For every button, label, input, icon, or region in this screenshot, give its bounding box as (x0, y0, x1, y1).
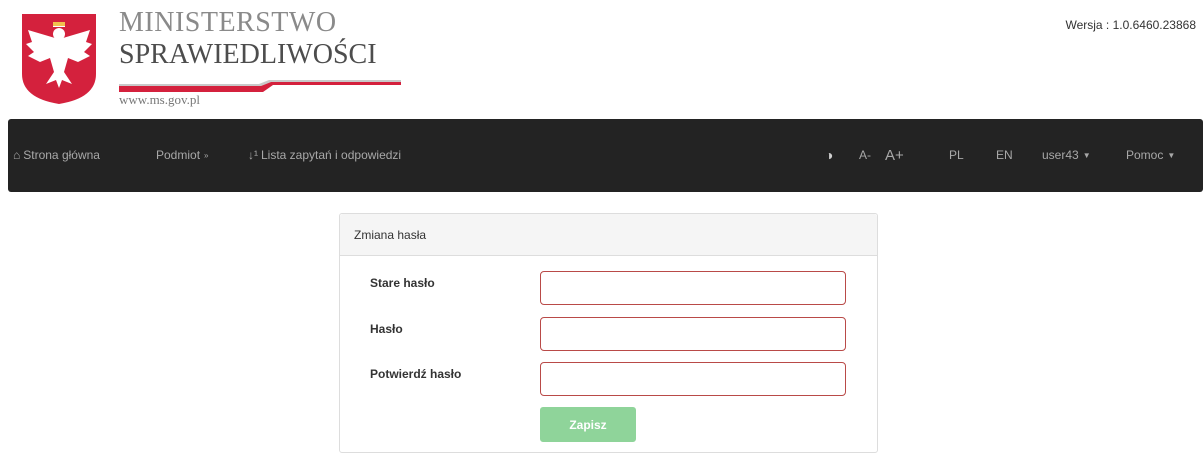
double-chevron-down-icon: » (204, 151, 209, 160)
old-password-input[interactable] (540, 271, 846, 305)
user-menu-dropdown[interactable]: user43 ▼ (1042, 119, 1091, 192)
main-navbar: ⌂ Strona główna Podmiot» ↓¹ Lista zapytań … (8, 119, 1203, 192)
font-increase-button[interactable]: A+ (885, 119, 904, 192)
nav-qa-list-label: Lista zapytań i odpowiedzi (261, 148, 402, 162)
old-password-label: Stare hasło (370, 276, 435, 290)
lang-en-button[interactable]: EN (996, 119, 1013, 192)
sort-numeric-icon: ↓¹ (248, 148, 258, 162)
confirm-password-input[interactable] (540, 362, 846, 396)
page-header: MINISTERSTWO SPRAWIEDLIWOŚCI www.ms.gov.… (0, 0, 1203, 118)
home-icon: ⌂ (13, 148, 21, 162)
version-label: Wersja : 1.0.6460.23868 (1065, 18, 1196, 32)
user-name: user43 (1042, 148, 1079, 162)
contrast-icon: ◑ (825, 147, 834, 163)
password-input[interactable] (540, 317, 846, 351)
logo-line-1: MINISTERSTWO (119, 7, 337, 38)
logo-line-2: SPRAWIEDLIWOŚCI (119, 39, 377, 70)
logo-flag-stripe (119, 80, 401, 92)
password-label: Hasło (370, 322, 403, 336)
caret-down-icon: ▼ (1082, 151, 1091, 160)
panel-title: Zmiana hasła (340, 214, 877, 256)
ministry-url: www.ms.gov.pl (119, 92, 201, 107)
caret-down-icon: ▼ (1167, 151, 1176, 160)
font-decrease-button[interactable]: A- (859, 119, 871, 192)
confirm-password-label: Potwierdź hasło (370, 367, 462, 381)
lang-pl-button[interactable]: PL (949, 119, 964, 192)
help-label: Pomoc (1126, 148, 1164, 162)
nav-qa-list[interactable]: ↓¹ Lista zapytań i odpowiedzi (248, 119, 401, 192)
contrast-toggle[interactable]: ◑ (825, 119, 833, 192)
polish-eagle-emblem (22, 14, 96, 104)
ministry-logo-text: MINISTERSTWO SPRAWIEDLIWOŚCI (119, 8, 377, 70)
nav-home[interactable]: ⌂ Strona główna (13, 119, 100, 192)
save-button[interactable]: Zapisz (540, 407, 636, 442)
nav-home-label: Strona główna (23, 148, 100, 162)
change-password-panel: Zmiana hasła Stare hasło Hasło Potwierdź… (339, 213, 878, 453)
nav-subject-dropdown[interactable]: Podmiot» (156, 119, 208, 192)
nav-subject-label: Podmiot (156, 148, 201, 162)
help-menu-dropdown[interactable]: Pomoc ▼ (1126, 119, 1175, 192)
